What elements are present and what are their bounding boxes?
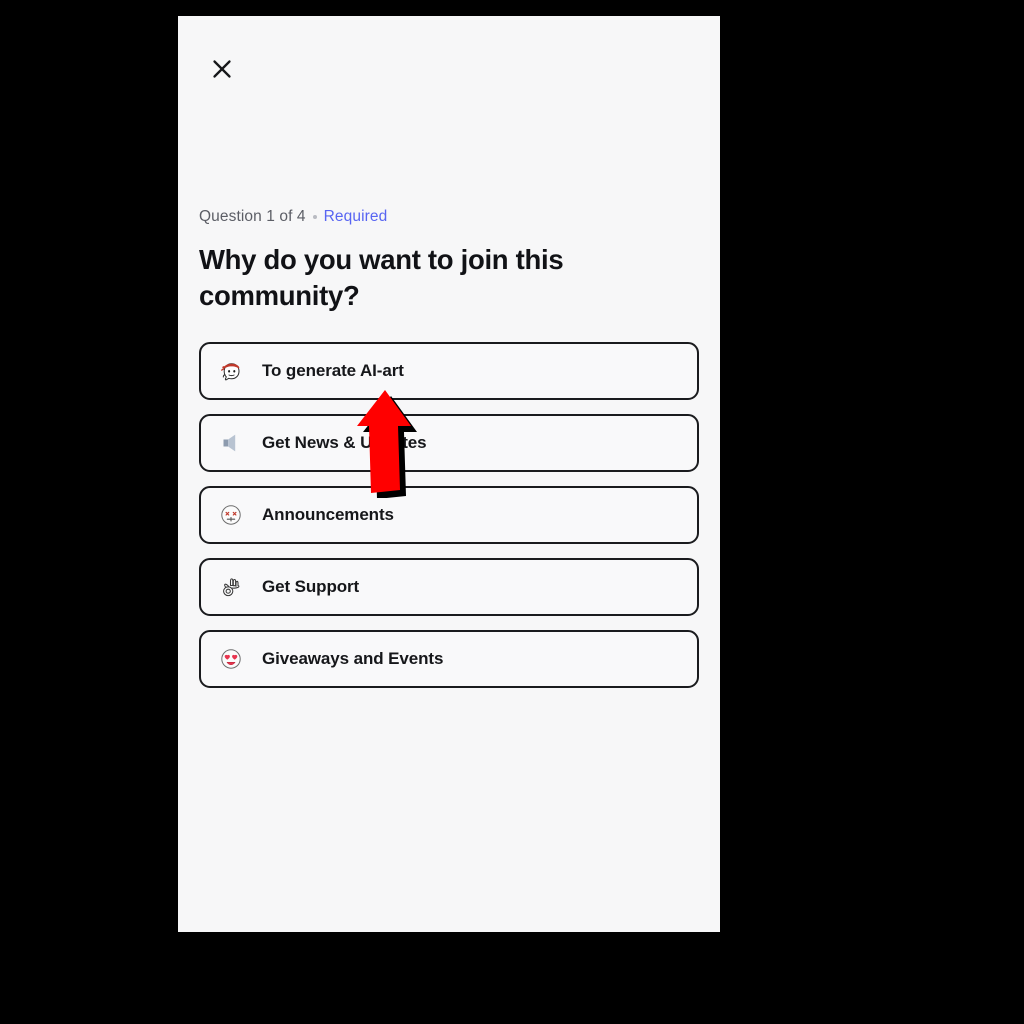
separator-dot-icon [312, 215, 317, 219]
option-label: To generate AI-art [262, 361, 404, 380]
option-row-giveaways-and-events[interactable]: Giveaways and Events [199, 630, 699, 688]
option-label: Giveaways and Events [262, 649, 444, 668]
option-label: Get Support [262, 577, 360, 596]
heart-eyes-emoji-icon [217, 645, 245, 673]
ninja-emoji-icon [217, 357, 245, 385]
close-icon[interactable] [209, 56, 235, 82]
question-content: Question 1 of 4 Required Why do you want… [199, 206, 699, 688]
option-row-get-news-and-updates[interactable]: Get News & Updates [199, 414, 699, 472]
onboarding-modal-panel: Question 1 of 4 Required Why do you want… [178, 16, 720, 932]
option-row-to-generate-ai-art[interactable]: To generate AI-art [199, 342, 699, 400]
option-row-announcements[interactable]: Announcements [199, 486, 699, 544]
option-label: Announcements [262, 505, 394, 524]
options-list: To generate AI-art Get News & Updates An… [199, 342, 699, 688]
question-meta: Question 1 of 4 Required [199, 206, 699, 228]
speaker-icon [217, 429, 245, 457]
question-title: Why do you want to join this community? [199, 244, 564, 311]
option-label: Get News & Updates [262, 433, 427, 452]
question-counter: Question 1 of 4 [199, 208, 306, 225]
required-badge: Required [323, 208, 388, 225]
ok-hand-emoji-icon [217, 573, 245, 601]
option-row-get-support[interactable]: Get Support [199, 558, 699, 616]
dizzy-face-emoji-icon [217, 501, 245, 529]
screen: Question 1 of 4 Required Why do you want… [0, 0, 1024, 1024]
